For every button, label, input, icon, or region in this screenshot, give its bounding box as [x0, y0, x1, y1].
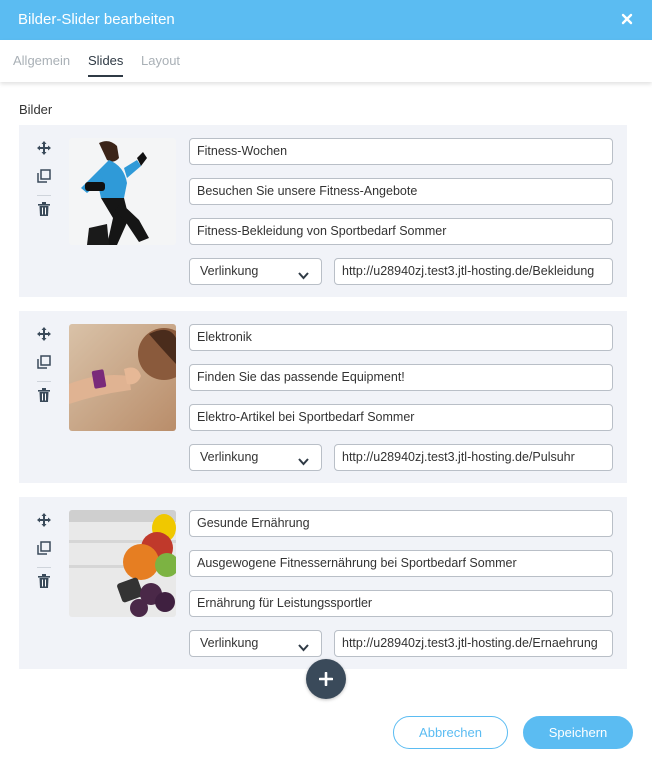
link-url-field[interactable]: http://u28940zj.test3.jtl-hosting.de/Ern…	[334, 630, 613, 657]
slide-title-field[interactable]: Gesunde Ernährung	[189, 510, 613, 537]
tool-divider	[37, 195, 51, 196]
tool-divider	[37, 381, 51, 382]
slide-tools	[34, 513, 54, 594]
slide-item: Gesunde Ernährung Ausgewogene Fitnessern…	[19, 497, 627, 669]
slide-subtitle-field[interactable]: Besuchen Sie unsere Fitness-Angebote	[189, 178, 613, 205]
trash-icon[interactable]	[34, 574, 54, 594]
link-type-value: Verlinkung	[200, 264, 259, 278]
slide-title-field[interactable]: Fitness-Wochen	[189, 138, 613, 165]
link-type-select[interactable]: Verlinkung	[189, 258, 322, 285]
duplicate-icon[interactable]	[34, 169, 54, 189]
slide-item: Elektronik Finden Sie das passende Equip…	[19, 311, 627, 483]
link-type-select[interactable]: Verlinkung	[189, 630, 322, 657]
tab-allgemein[interactable]: Allgemein	[13, 53, 70, 68]
link-url-field[interactable]: http://u28940zj.test3.jtl-hosting.de/Pul…	[334, 444, 613, 471]
tab-bar: Allgemein Slides Layout	[0, 40, 652, 82]
trash-icon[interactable]	[34, 388, 54, 408]
slide-subtitle-field[interactable]: Ausgewogene Fitnessernährung bei Sportbe…	[189, 550, 613, 577]
duplicate-icon[interactable]	[34, 541, 54, 561]
plus-icon	[319, 672, 333, 686]
trash-icon[interactable]	[34, 202, 54, 222]
slide-title-field[interactable]: Elektronik	[189, 324, 613, 351]
fitness-runner-photo[interactable]	[69, 138, 176, 245]
link-url-field[interactable]: http://u28940zj.test3.jtl-hosting.de/Bek…	[334, 258, 613, 285]
tab-layout[interactable]: Layout	[141, 53, 180, 68]
add-slide-button[interactable]	[306, 659, 346, 699]
link-type-value: Verlinkung	[200, 636, 259, 650]
slide-description-field[interactable]: Ernährung für Leistungssportler	[189, 590, 613, 617]
healthy-food-photo[interactable]	[69, 510, 176, 617]
slide-description-field[interactable]: Fitness-Bekleidung von Sportbedarf Somme…	[189, 218, 613, 245]
chevron-down-icon	[298, 640, 309, 655]
tool-divider	[37, 567, 51, 568]
link-type-value: Verlinkung	[200, 450, 259, 464]
close-icon[interactable]	[618, 10, 636, 28]
duplicate-icon[interactable]	[34, 355, 54, 375]
slide-item: Fitness-Wochen Besuchen Sie unsere Fitne…	[19, 125, 627, 297]
move-icon[interactable]	[34, 513, 54, 533]
chevron-down-icon	[298, 268, 309, 283]
dialog-titlebar: Bilder-Slider bearbeiten	[0, 0, 652, 40]
dialog-title: Bilder-Slider bearbeiten	[18, 11, 175, 28]
link-type-select[interactable]: Verlinkung	[189, 444, 322, 471]
slide-tools	[34, 141, 54, 222]
slide-description-field[interactable]: Elektro-Artikel bei Sportbedarf Sommer	[189, 404, 613, 431]
tab-slides[interactable]: Slides	[88, 53, 124, 77]
section-label: Bilder	[19, 102, 53, 117]
slide-tools	[34, 327, 54, 408]
slide-subtitle-field[interactable]: Finden Sie das passende Equipment!	[189, 364, 613, 391]
move-icon[interactable]	[34, 327, 54, 347]
move-icon[interactable]	[34, 141, 54, 161]
save-button[interactable]: Speichern	[523, 716, 633, 749]
cancel-button[interactable]: Abbrechen	[393, 716, 508, 749]
fitness-tracker-photo[interactable]	[69, 324, 176, 431]
chevron-down-icon	[298, 454, 309, 469]
